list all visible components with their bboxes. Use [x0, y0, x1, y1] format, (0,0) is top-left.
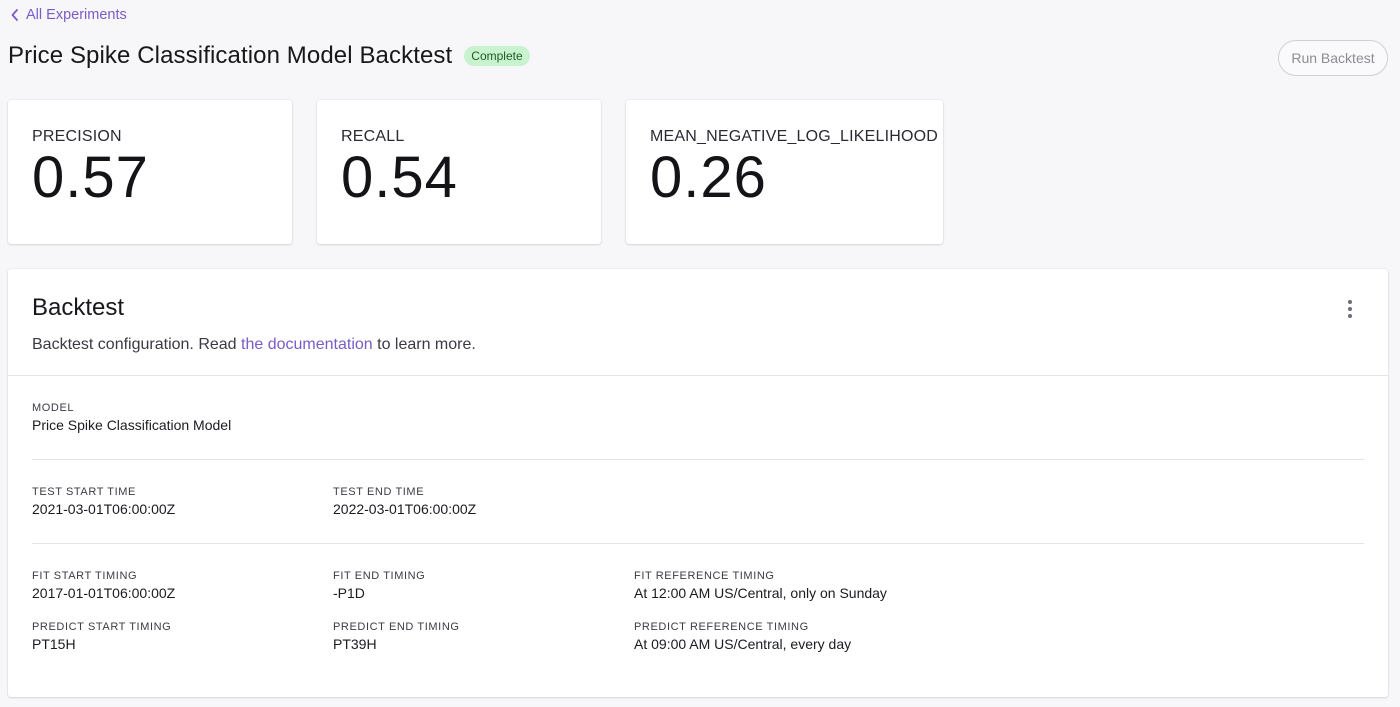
field-fit-end-timing: FIT END TIMING -P1D: [333, 570, 634, 601]
field-label: FIT START TIMING: [32, 570, 138, 582]
field-value: 2021-03-01T06:00:00Z: [32, 501, 176, 517]
status-badge: Complete: [464, 46, 530, 66]
more-vertical-icon[interactable]: [1338, 297, 1362, 321]
page-title: Price Spike Classification Model Backtes…: [8, 42, 453, 69]
metric-value: 0.26: [650, 145, 767, 210]
metric-card-mean-negative-log-likelihood: MEAN_NEGATIVE_LOG_LIKELIHOOD 0.26: [626, 100, 943, 244]
field-value: 2017-01-01T06:00:00Z: [32, 585, 176, 601]
field-label: TEST END TIME: [333, 486, 425, 498]
panel-title: Backtest: [32, 294, 125, 321]
field-predict-reference-timing: PREDICT REFERENCE TIMING At 09:00 AM US/…: [634, 621, 1034, 652]
chevron-left-icon: [11, 9, 18, 21]
field-value: 2022-03-01T06:00:00Z: [333, 501, 477, 517]
metric-label: PRECISION: [32, 128, 122, 145]
field-value: At 09:00 AM US/Central, every day: [634, 636, 852, 652]
metric-card-precision: PRECISION 0.57: [8, 100, 292, 244]
backtest-page: All Experiments Price Spike Classificati…: [0, 0, 1400, 707]
field-value: PT15H: [32, 636, 76, 652]
config-row: PREDICT START TIMING PT15H PREDICT END T…: [32, 621, 1364, 652]
field-label: FIT REFERENCE TIMING: [634, 570, 775, 582]
description-prefix: Backtest configuration. Read: [32, 336, 242, 353]
field-label: TEST START TIME: [32, 486, 136, 498]
kebab-dot: [1348, 314, 1352, 318]
panel-description: Backtest configuration. Read the documen…: [32, 336, 1364, 354]
metric-value: 0.57: [32, 145, 149, 210]
field-label: MODEL: [32, 402, 75, 414]
kebab-dot: [1348, 307, 1352, 311]
field-value: At 12:00 AM US/Central, only on Sunday: [634, 585, 887, 601]
field-test-start-time: TEST START TIME 2021-03-01T06:00:00Z: [32, 486, 333, 517]
field-test-end-time: TEST END TIME 2022-03-01T06:00:00Z: [333, 486, 634, 517]
back-to-experiments-link[interactable]: All Experiments: [10, 7, 127, 23]
config-row: MODEL Price Spike Classification Model: [32, 402, 1364, 433]
field-label: PREDICT START TIMING: [32, 621, 172, 633]
backtest-panel: Backtest Backtest configuration. Read th…: [8, 269, 1388, 697]
metric-label: RECALL: [341, 128, 405, 145]
field-fit-reference-timing: FIT REFERENCE TIMING At 12:00 AM US/Cent…: [634, 570, 1034, 601]
documentation-link[interactable]: the documentation: [241, 336, 373, 353]
metric-label: MEAN_NEGATIVE_LOG_LIKELIHOOD: [650, 128, 939, 145]
timing-section: FIT START TIMING 2017-01-01T06:00:00Z FI…: [32, 544, 1364, 652]
metric-card-recall: RECALL 0.54: [317, 100, 601, 244]
metric-value: 0.54: [341, 145, 458, 210]
field-model: MODEL Price Spike Classification Model: [32, 402, 632, 433]
test-time-section: TEST START TIME 2021-03-01T06:00:00Z TES…: [32, 460, 1364, 544]
config-row: FIT START TIMING 2017-01-01T06:00:00Z FI…: [32, 570, 1364, 601]
field-value: -P1D: [333, 585, 365, 601]
field-predict-start-timing: PREDICT START TIMING PT15H: [32, 621, 333, 652]
field-label: PREDICT END TIMING: [333, 621, 460, 633]
back-link-label: All Experiments: [26, 7, 127, 23]
config-row: TEST START TIME 2021-03-01T06:00:00Z TES…: [32, 486, 1364, 517]
model-section: MODEL Price Spike Classification Model: [32, 376, 1364, 460]
title-row: Price Spike Classification Model Backtes…: [8, 42, 530, 70]
kebab-dot: [1348, 300, 1352, 304]
run-backtest-button[interactable]: Run Backtest: [1278, 40, 1388, 76]
panel-body: MODEL Price Spike Classification Model T…: [8, 376, 1388, 652]
field-label: PREDICT REFERENCE TIMING: [634, 621, 809, 633]
field-fit-start-timing: FIT START TIMING 2017-01-01T06:00:00Z: [32, 570, 333, 601]
field-label: FIT END TIMING: [333, 570, 426, 582]
field-predict-end-timing: PREDICT END TIMING PT39H: [333, 621, 634, 652]
description-suffix: to learn more.: [372, 336, 476, 353]
field-value: Price Spike Classification Model: [32, 417, 232, 433]
field-value: PT39H: [333, 636, 377, 652]
panel-header: Backtest Backtest configuration. Read th…: [8, 269, 1388, 376]
